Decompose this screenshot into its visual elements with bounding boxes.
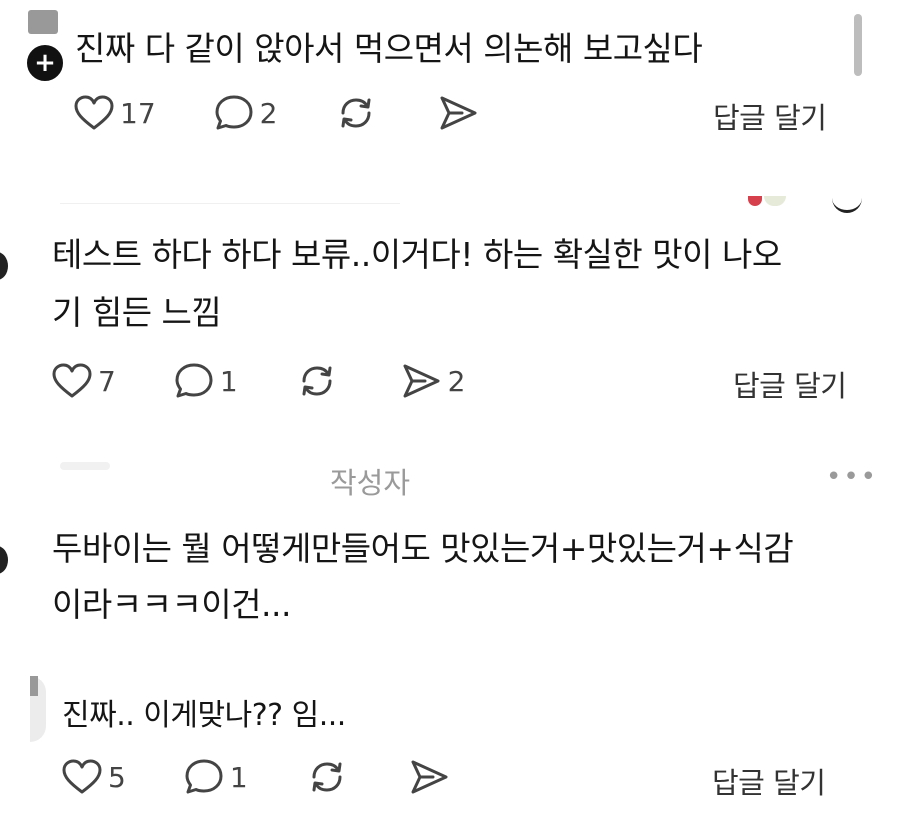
reaction-emoji [764,196,786,206]
share-count: 2 [447,364,466,398]
like-count: 5 [108,760,126,794]
repost-icon [302,366,332,396]
post-actions: 17 2 [74,88,479,138]
comment-count: 1 [219,364,238,398]
like-count: 7 [98,364,116,398]
send-icon [440,96,477,130]
send-icon [403,364,440,398]
post-text-line-1: 두바이는 뭘 어떻게만들어도 맛있는거+맛있는거+식감 [52,529,794,568]
avatar[interactable] [28,10,58,34]
divider [60,203,400,204]
comment-button[interactable]: 2 [214,93,278,133]
share-button[interactable] [408,758,450,796]
reply-button[interactable]: 답글 달기 [733,363,847,405]
like-count: 17 [120,96,156,130]
post-actions: 5 1 [62,752,450,802]
avatar[interactable] [60,462,110,470]
repost-button[interactable] [296,361,338,401]
share-button[interactable] [437,94,479,132]
post-text-line-1: 테스트 하다 하다 보류..이거다! 하는 확실한 맛이 나오 [52,235,782,274]
comment-button[interactable]: 1 [174,361,238,401]
post-text-line-2: 이라ㅋㅋㅋ이건... [52,585,292,624]
avatar-edge [30,676,38,696]
comment-bubble-icon [175,363,213,398]
comment-count: 1 [229,760,248,794]
heart-icon [74,95,114,130]
share-button[interactable]: 2 [400,362,466,400]
heart-icon [62,759,102,794]
repost-icon [312,762,342,792]
reply-button[interactable]: 답글 달기 [712,760,826,802]
comment-bubble-icon [215,95,253,130]
reply-button[interactable]: 답글 달기 [713,95,827,137]
avatar[interactable] [0,546,8,574]
repost-icon [341,98,371,128]
like-button[interactable]: 5 [62,759,126,795]
scrollbar-thumb[interactable] [854,14,862,76]
avatar-edge [832,198,862,213]
comment-bubble-icon [185,759,223,794]
like-button[interactable]: 7 [52,363,116,399]
more-icon[interactable]: ••• [826,462,878,492]
comment-count: 2 [259,96,278,130]
follow-add-button[interactable]: + [24,42,66,84]
repost-button[interactable] [335,93,377,133]
heart-icon [52,363,92,398]
post-text: 진짜 다 같이 앉아서 먹으면서 의논해 보고싶다 [75,29,703,68]
repost-button[interactable] [306,757,348,797]
send-icon [411,760,448,794]
post-actions: 7 1 2 [52,356,465,406]
author-badge: 작성자 [330,466,411,500]
avatar[interactable] [0,252,8,280]
reaction-emoji [748,196,762,206]
comment-button[interactable]: 1 [184,757,248,797]
like-button[interactable]: 17 [74,95,156,131]
post-text: 진짜.. 이게맞나?? 임... [62,698,346,733]
plus-icon: + [34,48,56,78]
post-text-line-2: 기 힘든 느낌 [52,293,222,332]
